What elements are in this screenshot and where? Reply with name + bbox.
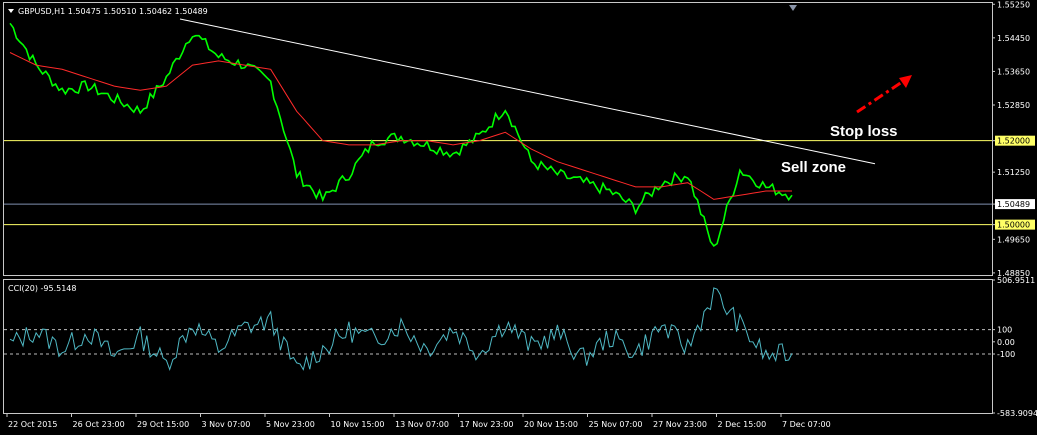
cci-label: CCI(20) -95.5148: [8, 284, 76, 293]
cci-tick-label: 100: [997, 326, 1012, 335]
dropdown-arrow-icon[interactable]: [8, 9, 14, 13]
price-tick-label: 1.54450: [997, 34, 1030, 43]
time-tick-label: 17 Nov 23:00: [460, 420, 514, 429]
symbol-header: GBPUSD,H1 1.50475 1.50510 1.50462 1.5048…: [18, 7, 208, 16]
time-tick-label: 7 Dec 07:00: [782, 420, 831, 429]
moving-average-line: [9, 52, 792, 200]
time-tick-label: 10 Nov 15:00: [331, 420, 385, 429]
time-tick-label: 25 Nov 07:00: [589, 420, 643, 429]
sell-zone-label: Sell zone: [781, 159, 846, 176]
price-tick-label: 1.52850: [997, 101, 1030, 110]
time-tick-label: 26 Oct 23:00: [73, 420, 125, 429]
price-series-line: [9, 22, 793, 247]
up-arrow-icon: [856, 75, 912, 114]
cci-tick-label: -100: [997, 350, 1015, 359]
cci-tick-label: -583.9094: [997, 409, 1037, 418]
time-tick-label: 27 Nov 23:00: [653, 420, 707, 429]
price-tick-label: 1.51250: [997, 168, 1030, 177]
price-tick-label: 1.55250: [997, 0, 1030, 9]
time-tick-label: 29 Oct 15:00: [137, 420, 189, 429]
stop-loss-label: Stop loss: [830, 123, 898, 140]
price-tick-label: 1.50000: [997, 221, 1030, 230]
indicator-pane-frame: [3, 279, 993, 414]
trading-chart[interactable]: GBPUSD,H1 1.50475 1.50510 1.50462 1.5048…: [0, 0, 1037, 435]
time-tick-label: 2 Dec 15:00: [718, 420, 767, 429]
time-tick-label: 5 Nov 23:00: [266, 420, 315, 429]
price-tick-label: 1.52000: [997, 137, 1030, 146]
shift-marker-icon[interactable]: [789, 5, 797, 11]
time-tick-label: 20 Nov 15:00: [524, 420, 578, 429]
time-tick-label: 22 Oct 2015: [8, 420, 57, 429]
price-tick-label: 1.49650: [997, 235, 1030, 244]
time-tick-label: 13 Nov 07:00: [395, 420, 449, 429]
price-tick-label: 1.50489: [997, 200, 1030, 209]
cci-tick-label: 506.9511: [997, 276, 1035, 285]
price-tick-label: 1.53650: [997, 67, 1030, 76]
time-tick-label: 3 Nov 07:00: [202, 420, 251, 429]
cci-tick-label: 0.00: [997, 338, 1015, 347]
cci-series-line: [9, 287, 793, 372]
